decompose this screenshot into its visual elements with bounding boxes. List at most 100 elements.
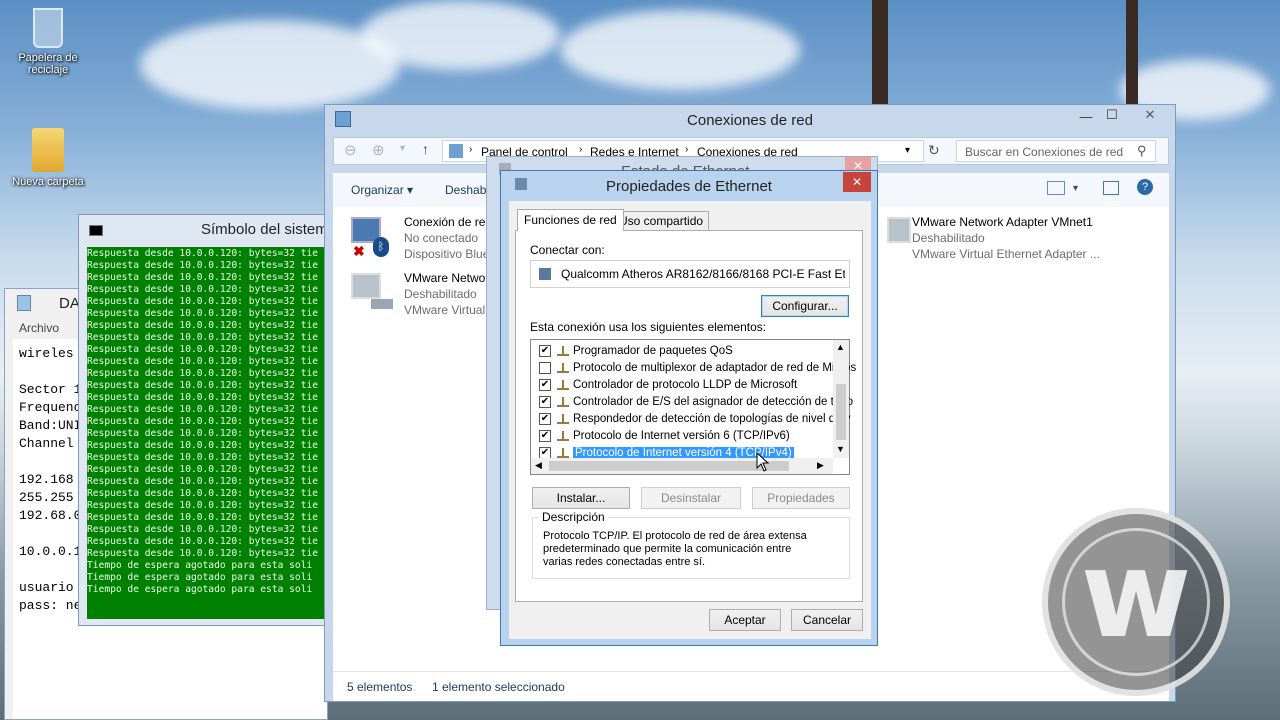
search-input[interactable]: Buscar en Conexiones de red ⚲ (956, 140, 1156, 162)
new-folder-icon[interactable]: Nueva carpeta (8, 128, 88, 188)
checkbox-icon[interactable] (539, 361, 551, 374)
component-label: Protocolo de multiplexor de adaptador de… (573, 362, 857, 374)
cmd-output-line: Respuesta desde 10.0.0.120: bytes=32 tie (87, 488, 319, 499)
cmd-output-line: Respuesta desde 10.0.0.120: bytes=32 tie (87, 500, 319, 511)
components-list[interactable]: ✔ Programador de paquetes QoS Protocolo de… (530, 339, 856, 475)
cmd-output-line: Respuesta desde 10.0.0.120: bytes=32 tie (87, 332, 319, 343)
network-component-icon (557, 447, 569, 458)
recycle-bin-icon[interactable]: Papelera de reciclaje (8, 8, 88, 76)
uninstall-button[interactable]: Desinstalar (641, 487, 741, 509)
disconnected-x-icon: ✖ (353, 243, 365, 259)
ok-button[interactable]: Aceptar (709, 609, 781, 631)
cmd-window: Símbolo del sistema Respuesta desde 10.0… (78, 214, 336, 626)
properties-button[interactable]: Propiedades (752, 487, 850, 509)
connection-detail: VMware Virtual Ethernet Adapter ... (912, 247, 1100, 261)
maximize-icon[interactable]: ☐ (1099, 107, 1125, 123)
component-item[interactable]: ✔ Controlador de E/S del asignador de det… (539, 394, 853, 411)
recycle-bin-label: Papelera de reciclaje (18, 52, 78, 76)
cmd-output-line: Respuesta desde 10.0.0.120: bytes=32 tie (87, 308, 319, 319)
install-button[interactable]: Instalar... (532, 487, 630, 509)
recent-chevron-icon[interactable]: ▾ (400, 143, 405, 154)
scroll-up-icon[interactable]: ▲ (836, 342, 845, 352)
change-view-icon[interactable] (1047, 181, 1065, 195)
forward-arrow-icon[interactable]: ⊕ (372, 141, 385, 159)
mouse-cursor-icon (756, 452, 770, 472)
tab-sharing[interactable]: Uso compartido (613, 211, 710, 231)
bluetooth-icon: ᛒ (373, 237, 389, 257)
organize-button[interactable]: Organizar ▾ (351, 183, 413, 197)
cmd-output-line: Respuesta desde 10.0.0.120: bytes=32 tie (87, 380, 319, 391)
cmd-output-line: Tiempo de espera agotado para esta soli (87, 584, 313, 595)
description-group: Descripción Protocolo TCP/IP. El protoco… (532, 510, 850, 579)
network-component-icon (557, 362, 569, 373)
checkbox-icon[interactable]: ✔ (539, 429, 551, 442)
component-label: Controlador de E/S del asignador de dete… (573, 396, 854, 408)
back-arrow-icon[interactable]: ⊖ (344, 141, 357, 159)
vertical-scrollbar[interactable]: ▲ ▼ (833, 340, 849, 458)
cable-icon (371, 299, 393, 309)
checkbox-icon[interactable]: ✔ (539, 344, 551, 357)
cmd-output-line: Respuesta desde 10.0.0.120: bytes=32 tie (87, 296, 319, 307)
horizontal-scrollbar[interactable]: ◀ ▶ (531, 458, 833, 474)
search-icon[interactable]: ⚲ (1137, 143, 1147, 159)
connection-detail: Dispositivo Blue (404, 247, 490, 261)
cmd-output-line: Respuesta desde 10.0.0.120: bytes=32 tie (87, 284, 319, 295)
scroll-thumb[interactable] (549, 461, 789, 471)
cmd-output-line: Respuesta desde 10.0.0.120: bytes=32 tie (87, 344, 319, 355)
connection-status: Deshabilitado (404, 287, 477, 301)
connection-status: Deshabilitado (912, 231, 985, 245)
status-bar: 5 elementos 1 elemento seleccionado (333, 671, 1169, 701)
component-item[interactable]: ✔ Programador de paquetes QoS (539, 343, 733, 360)
adapter-name: Qualcomm Atheros AR8162/8166/8168 PCI-E … (561, 267, 845, 281)
cmd-title: Símbolo del sistema (201, 221, 337, 238)
component-item[interactable]: ✔ Protocolo de Internet versión 6 (TCP/IP… (539, 428, 790, 445)
component-item[interactable]: Protocolo de multiplexor de adaptador de… (539, 360, 856, 377)
explorer-title: Conexiones de red (687, 112, 813, 129)
cmd-output[interactable]: Respuesta desde 10.0.0.120: bytes=32 tie… (87, 247, 329, 619)
new-folder-label: Nueva carpeta (12, 176, 84, 188)
close-icon[interactable]: ✕ (1135, 107, 1165, 123)
checkbox-icon[interactable]: ✔ (539, 395, 551, 408)
tab-panel: Conectar con: Qualcomm Atheros AR8162/81… (515, 230, 863, 602)
refresh-icon[interactable]: ↻ (928, 142, 940, 159)
connection-name: VMware Network Adapter VMnet1 (912, 215, 1093, 229)
configure-button[interactable]: Configurar... (761, 295, 849, 317)
checkbox-icon[interactable]: ✔ (539, 378, 551, 391)
cmd-output-line: Respuesta desde 10.0.0.120: bytes=32 tie (87, 476, 319, 487)
cmd-output-line: Tiempo de espera agotado para esta soli (87, 572, 313, 583)
network-component-icon (557, 379, 569, 390)
cancel-button[interactable]: Cancelar (791, 609, 863, 631)
cmd-output-line: Respuesta desde 10.0.0.120: bytes=32 tie (87, 248, 319, 259)
up-arrow-icon[interactable]: ↑ (422, 141, 429, 157)
tab-networking[interactable]: Funciones de red (517, 209, 624, 231)
cmd-output-line: Respuesta desde 10.0.0.120: bytes=32 tie (87, 440, 319, 451)
search-placeholder: Buscar en Conexiones de red (965, 145, 1124, 159)
preview-pane-icon[interactable] (1103, 181, 1119, 195)
scroll-down-icon[interactable]: ▼ (836, 444, 845, 454)
control-panel-icon (449, 144, 463, 158)
scroll-left-icon[interactable]: ◀ (535, 460, 542, 471)
scroll-right-icon[interactable]: ▶ (817, 460, 824, 471)
checkbox-icon[interactable]: ✔ (539, 412, 551, 425)
component-item[interactable]: ✔ Respondedor de detección de topologías … (539, 411, 850, 428)
address-dropdown-icon[interactable]: ▾ (905, 145, 910, 156)
minimize-icon[interactable]: — (1073, 109, 1099, 124)
breadcrumb-sep-icon: › (685, 144, 689, 155)
network-adapter-icon (887, 217, 911, 243)
close-icon[interactable]: ✕ (843, 172, 871, 192)
component-item[interactable]: ✔ Controlador de protocolo LLDP de Micros… (539, 377, 797, 394)
scroll-thumb[interactable] (836, 384, 846, 440)
watermark-logo: w (1042, 508, 1230, 696)
selected-count: 1 elemento seleccionado (432, 680, 565, 694)
notepad-title: DA (59, 295, 80, 312)
view-dropdown-icon[interactable]: ▾ (1073, 183, 1078, 194)
breadcrumb-sep-icon: › (469, 144, 473, 155)
cmd-output-line: Tiempo de espera agotado para esta soli (87, 560, 313, 571)
cmd-output-line: Respuesta desde 10.0.0.120: bytes=32 tie (87, 392, 319, 403)
help-icon[interactable]: ? (1137, 179, 1153, 195)
disable-device-button[interactable]: Deshab (445, 183, 486, 197)
notepad-menu-archivo[interactable]: Archivo (19, 321, 59, 335)
cmd-output-line: Respuesta desde 10.0.0.120: bytes=32 tie (87, 356, 319, 367)
cmd-output-line: Respuesta desde 10.0.0.120: bytes=32 tie (87, 368, 319, 379)
connection-item-vmnet1[interactable]: VMware Network Adapter VMnet1 Deshabilit… (879, 213, 1159, 267)
